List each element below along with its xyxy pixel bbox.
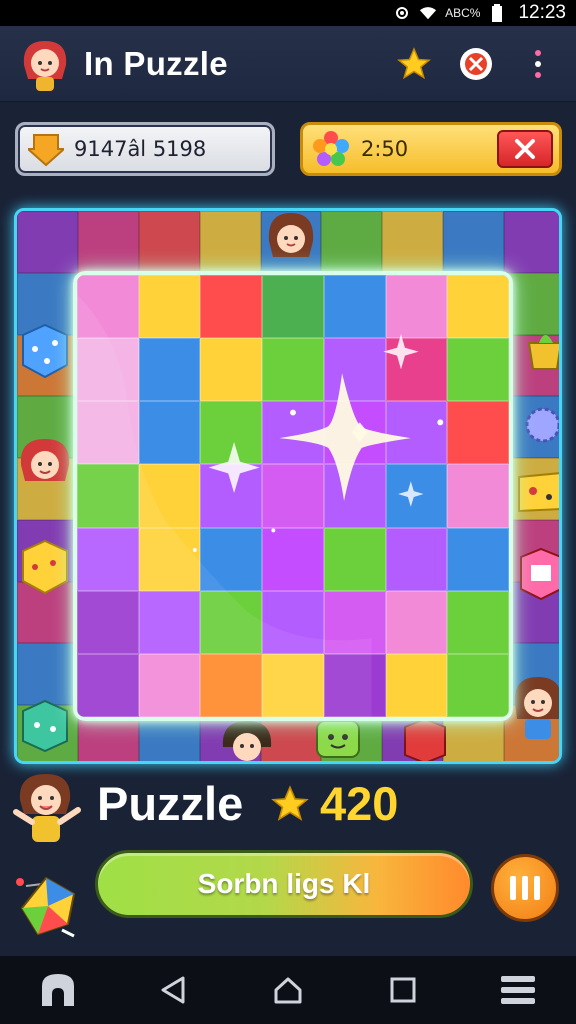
more-icon	[535, 49, 541, 78]
favorites-button[interactable]	[392, 42, 436, 86]
timer-display: 2:50	[300, 122, 562, 176]
character-left	[20, 439, 70, 481]
basket-icon	[527, 335, 559, 370]
home-button[interactable]	[264, 966, 312, 1014]
dice-pink-icon	[520, 547, 559, 601]
app-header: In Puzzle	[0, 26, 576, 102]
coins-value: 9147âl 5198	[74, 137, 207, 161]
coins-display: 9147âl 5198	[15, 122, 275, 176]
no-ads-icon	[460, 47, 492, 80]
recents-icon	[390, 977, 416, 1003]
character-right	[514, 677, 559, 739]
page-title: In Puzzle	[84, 44, 228, 82]
no-ads-button[interactable]	[454, 42, 498, 86]
action-button[interactable]: Sorbn ligs Kl	[95, 850, 473, 918]
mascot-character	[13, 774, 81, 842]
character-top	[268, 213, 314, 257]
cheese-piece-icon	[518, 472, 559, 513]
app-icon	[41, 974, 74, 1006]
gem-icon	[16, 876, 76, 938]
navigation-bar	[0, 956, 576, 1024]
timer-value: 2:50	[361, 137, 409, 161]
character-bottom	[222, 721, 272, 761]
action-button-label: Sorbn ligs Kl	[197, 868, 371, 899]
sparkle-effect	[77, 294, 444, 717]
score-value: 420	[320, 777, 399, 830]
wifi-icon	[419, 4, 437, 22]
green-face-icon	[316, 720, 360, 758]
settings-icon	[393, 4, 411, 22]
arrow-down-icon	[28, 134, 64, 167]
avatar[interactable]	[16, 35, 74, 93]
pause-button[interactable]	[491, 854, 559, 922]
back-icon	[161, 976, 185, 1004]
clock: 12:23	[518, 2, 566, 23]
close-icon	[515, 139, 535, 159]
gear-icon	[525, 407, 559, 443]
dice-red-icon	[404, 717, 446, 761]
status-bar: ABC% 12:23	[0, 0, 576, 26]
star-icon	[397, 46, 431, 79]
score-star-icon	[271, 785, 309, 821]
home-icon	[274, 977, 302, 1004]
menu-button[interactable]	[494, 966, 542, 1014]
puzzle-label: Puzzle	[97, 777, 244, 830]
flower-icon	[313, 131, 349, 166]
close-button[interactable]	[497, 130, 553, 168]
dice-left-icon	[22, 323, 68, 379]
dice-green-icon	[22, 699, 68, 753]
active-puzzle[interactable]	[73, 271, 513, 721]
carrier-text: ABC%	[445, 6, 481, 20]
battery-icon	[488, 4, 506, 22]
app-button[interactable]	[34, 966, 82, 1014]
pause-icon	[510, 876, 540, 900]
menu-icon	[501, 976, 536, 1004]
dice-yellow-left-icon	[22, 539, 68, 595]
more-button[interactable]	[516, 42, 560, 86]
back-button[interactable]	[149, 966, 197, 1014]
puzzle-board	[14, 208, 562, 764]
recents-button[interactable]	[379, 966, 427, 1014]
